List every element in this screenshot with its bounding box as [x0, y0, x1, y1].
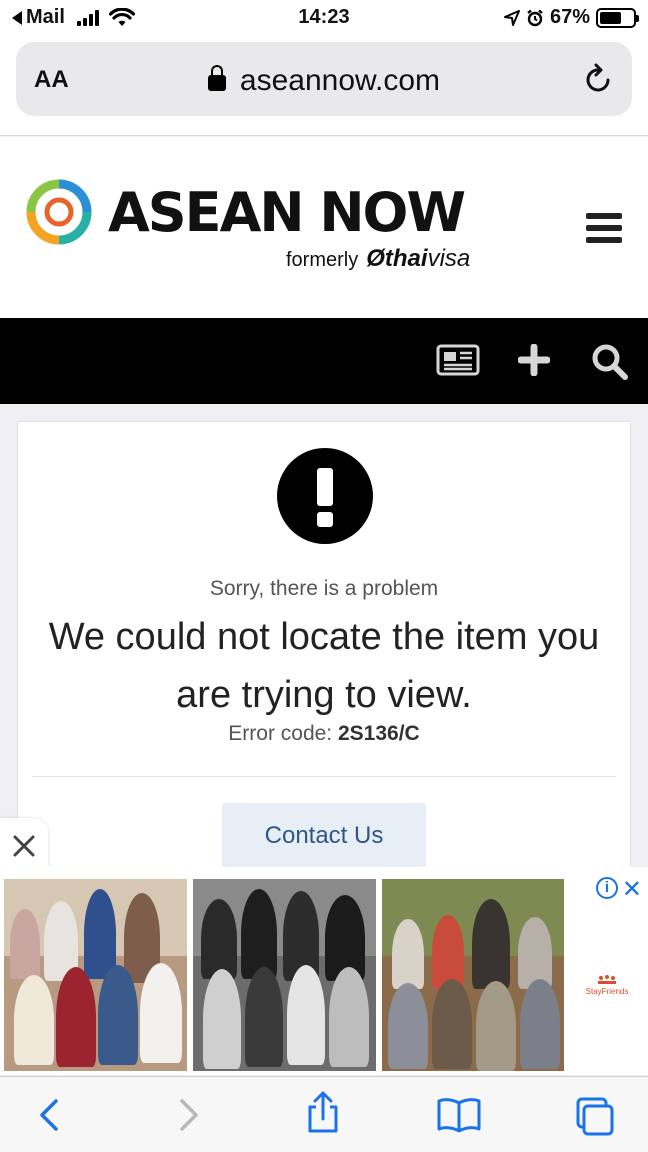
error-headline: We could not locate the item you are try… [48, 616, 600, 716]
newspaper-icon[interactable] [436, 344, 480, 376]
formerly-tagline: formerly Øthaivisa [286, 245, 470, 273]
advertisement-banner[interactable]: i ✕ StayFriends [0, 867, 648, 1075]
url-field[interactable]: aseannow.com [16, 64, 632, 98]
thaivisa-mark-icon: Ø [366, 245, 385, 272]
formerly-label: formerly [286, 249, 359, 271]
ad-info-icon[interactable]: i [596, 877, 618, 899]
battery-percent: 67% [549, 6, 590, 28]
menu-icon[interactable] [586, 213, 622, 243]
close-icon [13, 835, 35, 857]
advertiser-name: StayFriends [585, 987, 629, 996]
status-bar: Mail 14:23 67% [0, 0, 648, 36]
advertiser-logo[interactable]: StayFriends [582, 975, 632, 996]
url-domain: aseannow.com [239, 64, 441, 97]
lock-icon [207, 65, 226, 91]
asean-now-logo-icon[interactable] [26, 179, 92, 245]
share-icon[interactable] [304, 1091, 342, 1135]
ad-photo-3[interactable] [382, 879, 564, 1071]
error-code-label: Error code: [228, 722, 333, 745]
forward-icon[interactable] [174, 1097, 202, 1133]
location-arrow-icon [503, 9, 520, 26]
site-brand[interactable]: ASEAN NOW [108, 181, 466, 244]
ad-photo-1[interactable] [4, 879, 187, 1071]
tabs-icon[interactable] [574, 1097, 616, 1137]
ad-dismiss-icon[interactable]: ✕ [622, 875, 642, 904]
contact-us-button[interactable]: Contact Us [222, 803, 426, 869]
reload-icon[interactable] [584, 62, 614, 94]
alarm-icon [527, 9, 543, 26]
error-code: Error code: 2S136/C [18, 722, 630, 746]
stayfriends-logo-icon [598, 975, 616, 984]
exclamation-icon [277, 448, 373, 544]
divider [32, 776, 616, 777]
site-nav-bar [0, 318, 648, 404]
battery-icon [596, 7, 639, 28]
site-header: ASEAN NOW formerly Øthaivisa [0, 137, 648, 318]
address-bar[interactable]: AA aseannow.com [16, 42, 632, 116]
bookmarks-icon[interactable] [436, 1097, 482, 1133]
search-icon[interactable] [590, 342, 630, 382]
ad-photo-2[interactable] [193, 879, 376, 1071]
error-card: Sorry, there is a problem We could not l… [17, 421, 631, 881]
safari-address-area: AA aseannow.com [0, 36, 648, 136]
error-subtitle: Sorry, there is a problem [209, 577, 439, 600]
ad-close-button[interactable] [0, 818, 48, 868]
add-icon[interactable] [518, 344, 550, 376]
error-code-value: 2S136/C [337, 722, 420, 745]
safari-toolbar [0, 1076, 648, 1152]
back-icon[interactable] [36, 1097, 64, 1133]
thaivisa-logo: Øthaivisa [366, 245, 471, 272]
